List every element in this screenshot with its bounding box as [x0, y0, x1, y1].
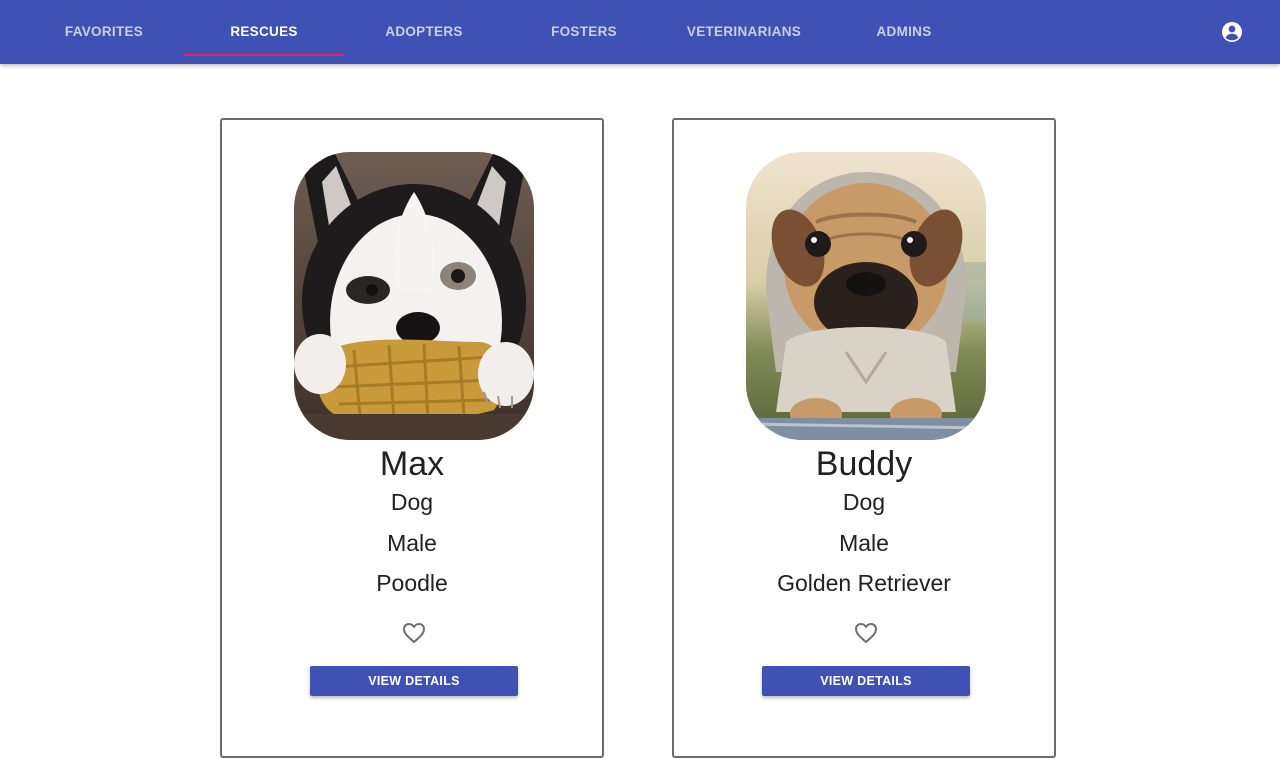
pet-species: Dog — [842, 489, 886, 515]
active-tab-indicator — [184, 54, 344, 56]
heart-outline-icon[interactable] — [402, 622, 426, 644]
rescue-card: Max Dog Male Poodle VIEW DETAILS — [220, 118, 604, 758]
tab-fosters[interactable]: FOSTERS — [504, 0, 664, 64]
tab-favorites[interactable]: FAVORITES — [24, 0, 184, 64]
pet-photo — [746, 152, 986, 440]
heart-outline-icon[interactable] — [854, 622, 878, 644]
rescue-card: Buddy Dog Male Golden Retriever VIEW DET… — [672, 118, 1056, 758]
pet-gender: Male — [387, 530, 437, 556]
account-circle-icon[interactable] — [1220, 20, 1244, 44]
pet-breed: Golden Retriever — [777, 570, 951, 596]
pet-gender: Male — [839, 530, 889, 556]
view-details-button[interactable]: VIEW DETAILS — [310, 666, 518, 696]
pet-name: Max — [379, 445, 445, 483]
tab-admins[interactable]: ADMINS — [824, 0, 984, 64]
top-nav-bar: FAVORITES RESCUES ADOPTERS FOSTERS VETER… — [0, 0, 1280, 64]
tab-veterinarians[interactable]: VETERINARIANS — [664, 0, 824, 64]
pet-breed: Poodle — [376, 570, 448, 596]
tab-adopters[interactable]: ADOPTERS — [344, 0, 504, 64]
pet-photo — [294, 152, 534, 440]
pet-species: Dog — [390, 489, 434, 515]
view-details-button[interactable]: VIEW DETAILS — [762, 666, 970, 696]
pet-name: Buddy — [815, 445, 913, 483]
